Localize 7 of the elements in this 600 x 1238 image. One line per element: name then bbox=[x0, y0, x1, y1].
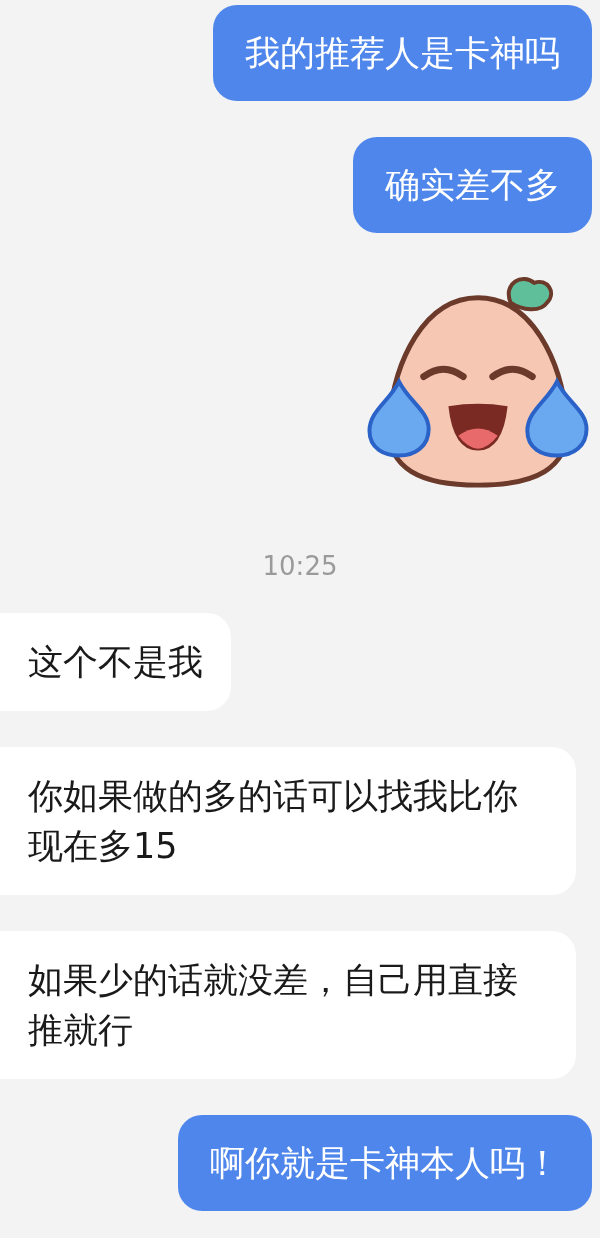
message-bubble: 啊你就是卡神本人吗！ bbox=[178, 1115, 592, 1211]
message-bubble: 如果少的话就没差，自己用直接推就行 bbox=[0, 931, 576, 1079]
message-bubble: 确实差不多 bbox=[353, 137, 592, 233]
message-bubble: 你如果做的多的话可以找我比你现在多15 bbox=[0, 747, 576, 895]
message-bubble: 这个不是我 bbox=[0, 613, 231, 711]
message-bubble: 我的推荐人是卡神吗 bbox=[213, 5, 592, 101]
timestamp: 10:25 bbox=[262, 551, 338, 581]
